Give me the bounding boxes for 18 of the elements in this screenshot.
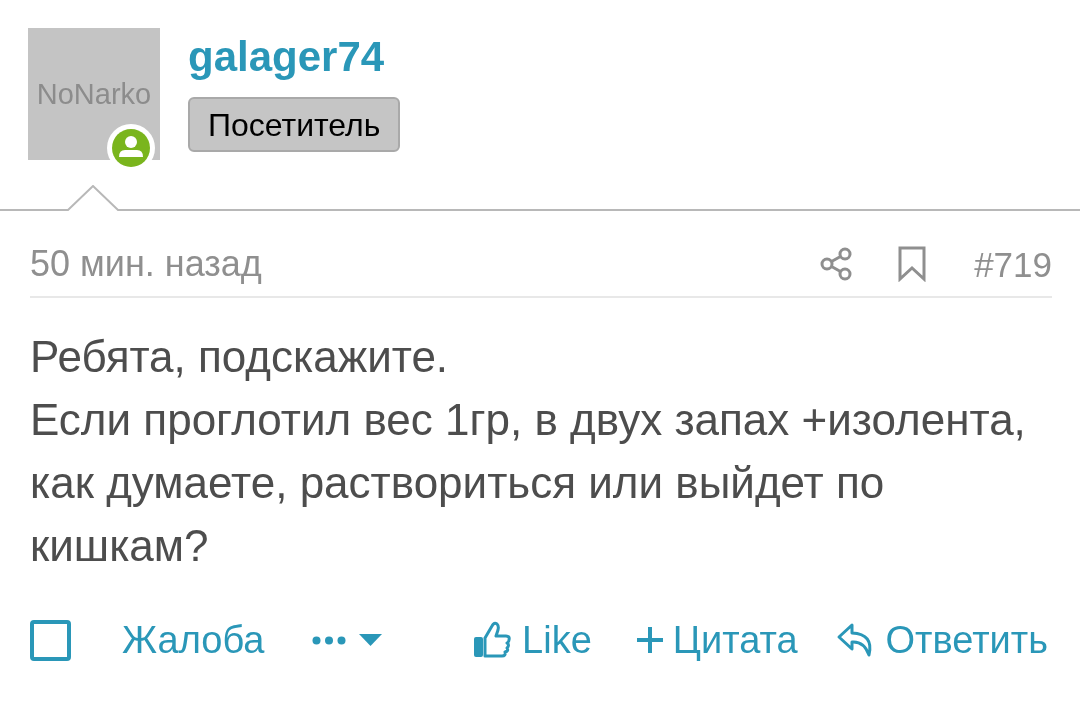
reply-button[interactable]: Ответить xyxy=(835,621,1048,659)
like-button[interactable]: Like xyxy=(473,621,592,659)
plus-icon xyxy=(636,627,663,653)
avatar-text: NoNarko xyxy=(36,79,152,109)
user-title-badge: Посетитель xyxy=(188,97,401,152)
quote-button[interactable]: Цитата xyxy=(636,621,798,659)
more-dots-icon xyxy=(312,635,347,645)
select-checkbox[interactable] xyxy=(30,619,71,661)
report-link[interactable]: Жалоба xyxy=(122,621,265,659)
username-link[interactable]: galager74 xyxy=(188,36,385,78)
post-text: Ребята, подскажите. xyxy=(30,331,450,383)
bookmark-icon[interactable] xyxy=(898,246,927,282)
thumbs-up-icon xyxy=(473,621,512,659)
share-icon[interactable] xyxy=(820,247,853,281)
post-time: 50 мин. назад xyxy=(30,246,262,282)
post-text: Если проглотил вес 1гр, в двух запах +изолента, как думаете, раствориться или выйдет по кишкам? xyxy=(30,394,1027,572)
post-number-link[interactable]: #719 xyxy=(974,246,1052,282)
caret-down-icon xyxy=(359,634,383,646)
